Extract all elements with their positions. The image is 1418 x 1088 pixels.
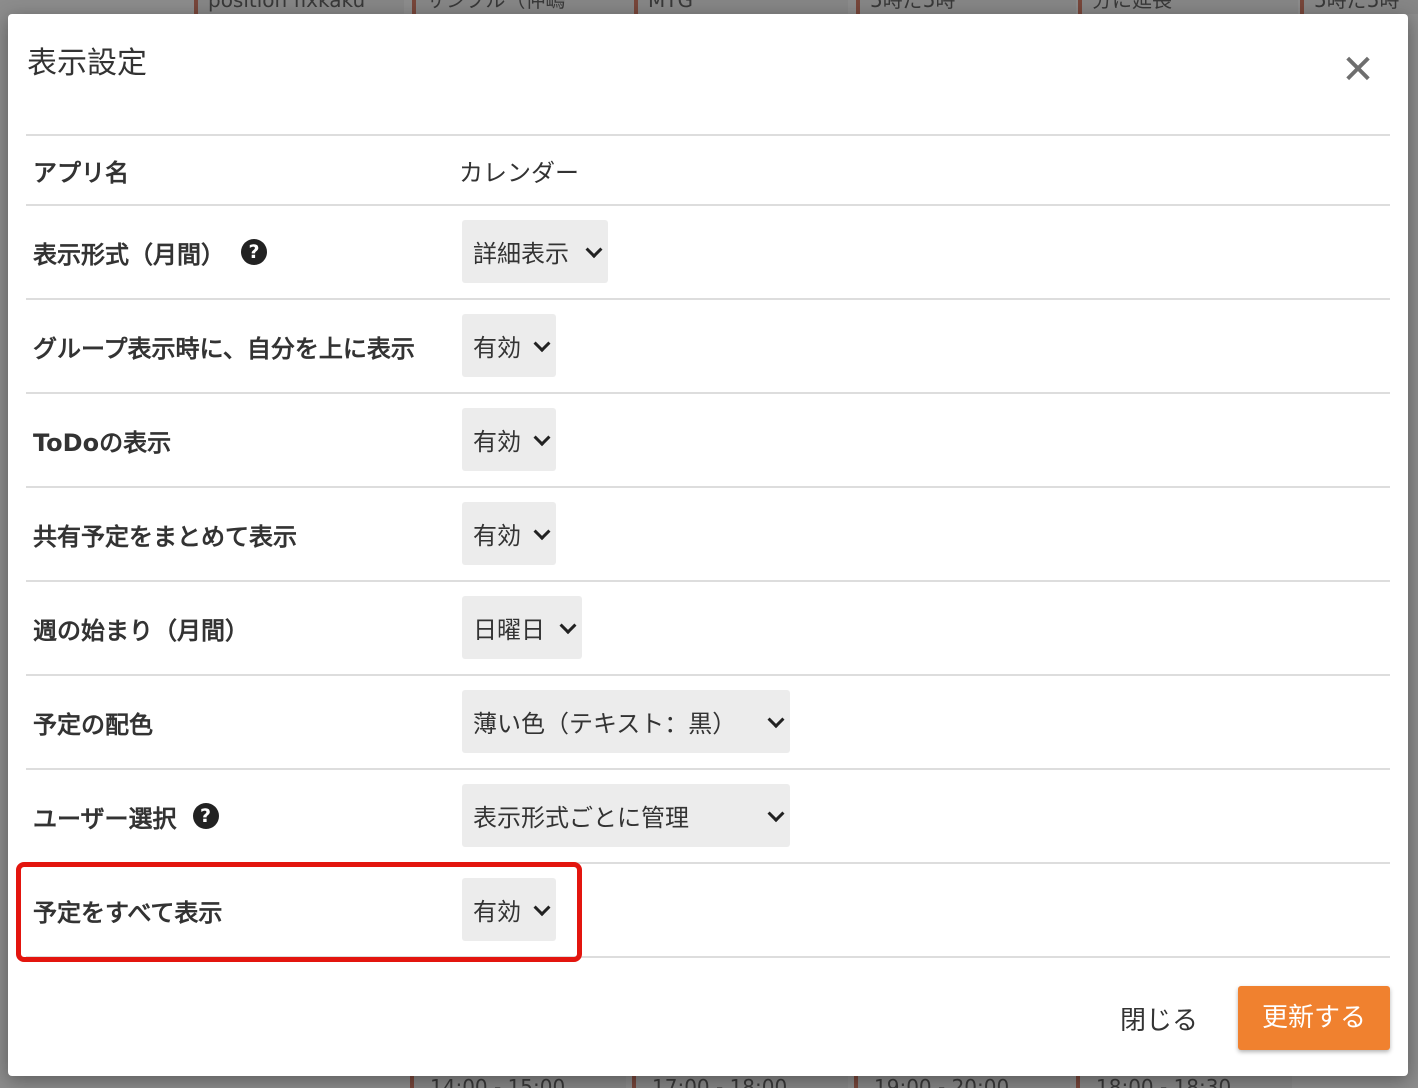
chevron-down-icon bbox=[559, 616, 577, 634]
row-label: ユーザー選択 ? bbox=[33, 770, 219, 862]
select-value: 日曜日 bbox=[473, 616, 545, 644]
chevron-down-icon bbox=[767, 710, 785, 728]
chevron-down-icon bbox=[533, 428, 551, 446]
row-label-text: ユーザー選択 bbox=[33, 804, 177, 833]
select-value: 薄い色（テキスト：黒） bbox=[473, 710, 737, 738]
row-label: 共有予定をまとめて表示 bbox=[33, 522, 297, 551]
monthly-format-select[interactable]: 詳細表示 bbox=[462, 220, 608, 283]
settings-row-app-name: アプリ名 カレンダー bbox=[26, 136, 1390, 206]
settings-row-shared-events: 共有予定をまとめて表示 有効 bbox=[26, 488, 1390, 582]
select-value: 詳細表示 bbox=[473, 240, 569, 268]
settings-row-self-on-top: グループ表示時に、自分を上に表示 有効 bbox=[26, 300, 1390, 394]
help-icon[interactable]: ? bbox=[241, 239, 267, 265]
color-scheme-select[interactable]: 薄い色（テキスト：黒） bbox=[462, 690, 790, 753]
chevron-down-icon bbox=[533, 522, 551, 540]
close-button[interactable]: 閉じる bbox=[1120, 1000, 1198, 1037]
settings-table: アプリ名 カレンダー 表示形式（月間） ? 詳細表示 グループ表示時に、自分を上… bbox=[26, 134, 1390, 958]
app-name-value: カレンダー bbox=[459, 158, 579, 187]
display-settings-dialog: 表示設定 ✕ アプリ名 カレンダー 表示形式（月間） ? 詳細表示 グループ表示… bbox=[8, 14, 1408, 1076]
todo-display-select[interactable]: 有効 bbox=[462, 408, 556, 471]
chevron-down-icon bbox=[767, 804, 785, 822]
select-value: 有効 bbox=[473, 428, 521, 456]
close-icon[interactable]: ✕ bbox=[1338, 50, 1378, 90]
chevron-down-icon bbox=[533, 334, 551, 352]
row-label-text: 表示形式（月間） bbox=[33, 240, 225, 269]
row-label: ToDoの表示 bbox=[33, 428, 172, 457]
user-selection-select[interactable]: 表示形式ごとに管理 bbox=[462, 784, 790, 847]
row-label: アプリ名 bbox=[33, 158, 129, 187]
help-icon[interactable]: ? bbox=[192, 803, 219, 829]
select-value: 表示形式ごとに管理 bbox=[473, 804, 689, 832]
highlight-annotation bbox=[16, 862, 582, 962]
settings-row-week-start: 週の始まり（月間） 日曜日 bbox=[26, 582, 1390, 676]
chevron-down-icon bbox=[585, 240, 603, 258]
settings-row-todo-display: ToDoの表示 有効 bbox=[26, 394, 1390, 488]
dialog-title: 表示設定 bbox=[27, 46, 147, 81]
row-label: 予定の配色 bbox=[33, 710, 153, 739]
settings-row-user-selection: ユーザー選択 ? 表示形式ごとに管理 bbox=[26, 770, 1390, 864]
week-start-select[interactable]: 日曜日 bbox=[462, 596, 582, 659]
select-value: 有効 bbox=[473, 334, 521, 362]
select-value: 有効 bbox=[473, 522, 521, 550]
settings-row-color-scheme: 予定の配色 薄い色（テキスト：黒） bbox=[26, 676, 1390, 770]
self-on-top-select[interactable]: 有効 bbox=[462, 314, 556, 377]
shared-events-select[interactable]: 有効 bbox=[462, 502, 556, 565]
row-label: 表示形式（月間） ? bbox=[33, 206, 267, 298]
update-button[interactable]: 更新する bbox=[1238, 986, 1390, 1050]
row-label: グループ表示時に、自分を上に表示 bbox=[33, 334, 415, 363]
settings-row-monthly-format: 表示形式（月間） ? 詳細表示 bbox=[26, 206, 1390, 300]
row-label: 週の始まり（月間） bbox=[33, 616, 249, 645]
